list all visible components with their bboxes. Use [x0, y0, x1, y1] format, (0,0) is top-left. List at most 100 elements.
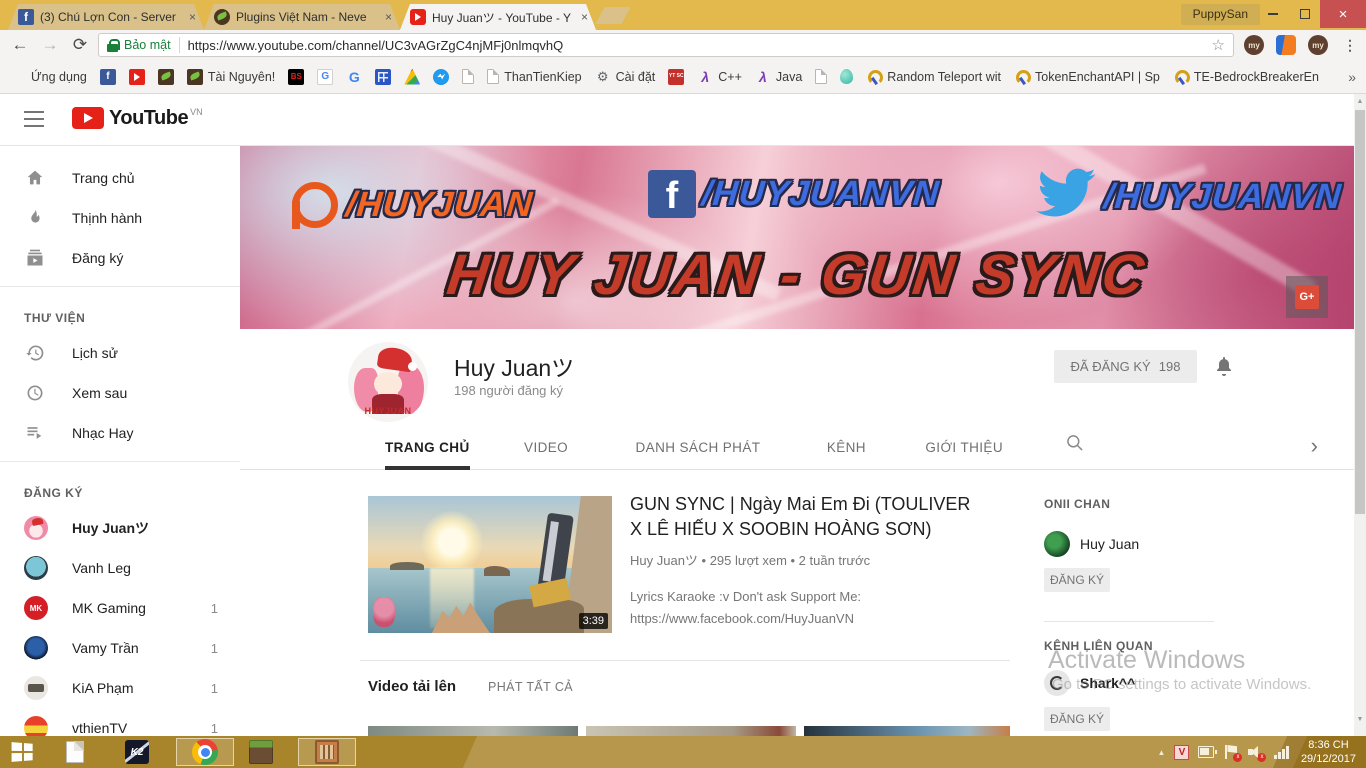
- browser-profile-name[interactable]: PuppySan: [1181, 4, 1260, 25]
- tab-close-icon[interactable]: ×: [385, 10, 392, 24]
- address-bar[interactable]: Bảo mật https://www.youtube.com/channel/…: [98, 33, 1234, 57]
- bookmark-star-icon[interactable]: ☆: [1212, 36, 1225, 54]
- channel-avatar: [1044, 670, 1070, 696]
- extension-icon-2[interactable]: [1276, 35, 1296, 55]
- sidebar-item-playlist[interactable]: Nhạc Hay: [0, 413, 240, 453]
- bookmark-random-teleport[interactable]: Random Teleport wit: [866, 69, 1001, 85]
- restore-button[interactable]: [1290, 0, 1320, 28]
- sidebar-subscription-huy-juan[interactable]: Huy Juanツ: [0, 508, 240, 548]
- channel-avatar[interactable]: HUYJUAN: [348, 342, 428, 422]
- tab-close-icon[interactable]: ×: [189, 10, 196, 24]
- channel-search-icon[interactable]: [1065, 433, 1085, 458]
- speaker-muted-icon[interactable]: x: [1248, 745, 1262, 759]
- menu-hamburger-icon[interactable]: [24, 111, 44, 127]
- sidebar-subscription-vthientv[interactable]: vthienTV 1: [0, 708, 240, 736]
- google-plus-share[interactable]: G+: [1286, 276, 1328, 318]
- forward-button[interactable]: →: [38, 33, 62, 57]
- sidebar-subscription-mk-gaming[interactable]: MK MK Gaming 1: [0, 588, 240, 628]
- tab-kenh[interactable]: KÊNH: [827, 425, 866, 470]
- bookmark-tai-nguyen[interactable]: Tài Nguyên!: [187, 69, 275, 85]
- tray-chevron-icon[interactable]: ▲: [1158, 748, 1166, 757]
- page-scrollbar[interactable]: ▲ ▼: [1354, 94, 1366, 736]
- lambda-icon: λ: [755, 69, 771, 85]
- bookmark-messenger[interactable]: [433, 69, 449, 85]
- network-signal-icon[interactable]: [1274, 746, 1289, 759]
- close-button[interactable]: ×: [1320, 0, 1366, 28]
- bookmark-google[interactable]: G: [346, 69, 362, 85]
- bookmark-apps[interactable]: Ứng dụng: [10, 69, 87, 85]
- scroll-up-icon[interactable]: ▲: [1354, 94, 1366, 108]
- extension-icon-1[interactable]: my: [1244, 35, 1264, 55]
- battery-icon[interactable]: [1198, 746, 1214, 758]
- action-center-flag-icon[interactable]: x: [1224, 745, 1238, 759]
- tab-video[interactable]: VIDEO: [524, 425, 568, 470]
- bookmark-tokenenchant[interactable]: TokenEnchantAPI | Sp: [1014, 69, 1160, 85]
- featured-channel-row[interactable]: Huy Juan: [1044, 531, 1224, 557]
- featured-video-title[interactable]: GUN SYNC | Ngày Mai Em Đi (TOULIVER X LÊ…: [630, 492, 975, 542]
- sidebar-subscription-vamy-tran[interactable]: Vamy Trần 1: [0, 628, 240, 668]
- upload-thumbnail[interactable]: [368, 726, 578, 736]
- browser-menu-icon[interactable]: ⋮: [1340, 35, 1360, 55]
- minimize-button[interactable]: [1258, 0, 1288, 28]
- bookmark-youtube[interactable]: [129, 69, 145, 85]
- sidebar-item-trending[interactable]: Thịnh hành: [0, 198, 240, 238]
- tab-trang-chu[interactable]: TRANG CHỦ: [385, 425, 470, 470]
- taskbar-chrome-active[interactable]: [176, 738, 234, 766]
- bookmark-bs[interactable]: BS: [288, 69, 304, 85]
- url-text[interactable]: https://www.youtube.com/channel/UC3vAGrZ…: [188, 38, 1206, 53]
- bookmark-facebook[interactable]: f: [100, 69, 116, 85]
- subscribed-button[interactable]: ĐÃ ĐĂNG KÝ 198: [1054, 350, 1197, 383]
- channel-bell-icon[interactable]: [1212, 354, 1236, 383]
- sidebar-item-home[interactable]: Trang chủ: [0, 158, 240, 198]
- browser-tab-1[interactable]: f (3) Chú Lợn Con - Server ×: [8, 4, 204, 30]
- related-channel-row[interactable]: Shark^^: [1044, 670, 1224, 696]
- taskbar-k2-game[interactable]: K2: [120, 738, 154, 766]
- start-button[interactable]: [6, 738, 40, 766]
- sidebar-subscription-vanh-leg[interactable]: Vanh Leg: [0, 548, 240, 588]
- tab-close-icon[interactable]: ×: [581, 10, 588, 24]
- scrollbar-thumb[interactable]: [1355, 110, 1365, 514]
- bookmark-cpp[interactable]: λ C++: [697, 69, 742, 85]
- clock-time: 8:36 CH: [1301, 738, 1356, 752]
- tab-gioi-thieu[interactable]: GIỚI THIỆU: [925, 425, 1003, 470]
- tray-v-icon[interactable]: V: [1174, 745, 1189, 760]
- scroll-down-icon[interactable]: ▼: [1354, 712, 1366, 726]
- bookmark-thantienkiep[interactable]: ThanTienKiep: [487, 69, 581, 84]
- bookmark-page1[interactable]: [462, 69, 474, 84]
- browser-tab-3-active[interactable]: Huy Juanツ - YouTube - Y ×: [400, 4, 596, 30]
- upload-thumbnail[interactable]: [804, 726, 1010, 736]
- bookmark-settings[interactable]: ⚙ Cài đặt: [595, 69, 656, 85]
- bookmark-analytics[interactable]: [404, 69, 420, 85]
- reload-button[interactable]: ⟳: [68, 33, 92, 57]
- bookmark-spigot[interactable]: [840, 69, 853, 84]
- taskbar-minecraft[interactable]: [244, 738, 278, 766]
- bookmarks-overflow-icon[interactable]: »: [1348, 69, 1356, 85]
- sidebar-item-subscriptions[interactable]: Đăng ký: [0, 238, 240, 278]
- new-tab-button[interactable]: [595, 7, 630, 24]
- bookmark-ytsc[interactable]: YT SC: [668, 69, 684, 85]
- back-button[interactable]: ←: [8, 33, 32, 57]
- tab-danh-sach-phat[interactable]: DANH SÁCH PHÁT: [636, 425, 761, 470]
- play-all-button[interactable]: PHÁT TẤT CẢ: [488, 680, 573, 694]
- upload-thumbnail[interactable]: [586, 726, 796, 736]
- security-label[interactable]: Bảo mật: [124, 38, 171, 52]
- bookmark-translate[interactable]: G: [317, 69, 333, 85]
- bookmark-leaf[interactable]: [158, 69, 174, 85]
- tabs-chevron-right-icon[interactable]: ›: [1311, 433, 1318, 459]
- taskbar-command-block-active[interactable]: [298, 738, 356, 766]
- bookmark-java[interactable]: λ Java: [755, 69, 802, 85]
- taskbar-clock[interactable]: 8:36 CH 29/12/2017: [1301, 738, 1356, 766]
- subscribe-button[interactable]: ĐĂNG KÝ: [1044, 707, 1110, 731]
- taskbar-notepad[interactable]: [58, 738, 92, 766]
- sidebar-item-watch-later[interactable]: Xem sau: [0, 373, 240, 413]
- youtube-logo[interactable]: YouTube VN: [72, 107, 203, 129]
- sidebar-subscription-kia-pham[interactable]: KiA Phạm 1: [0, 668, 240, 708]
- subscribe-button[interactable]: ĐĂNG KÝ: [1044, 568, 1110, 592]
- browser-tab-2[interactable]: Plugins Việt Nam - Neve ×: [204, 4, 400, 30]
- featured-video-thumbnail[interactable]: 3:39: [368, 496, 612, 633]
- sidebar-item-history[interactable]: Lịch sử: [0, 333, 240, 373]
- bookmark-page2[interactable]: [815, 69, 827, 84]
- bookmark-sheets[interactable]: [375, 69, 391, 85]
- extension-icon-3[interactable]: my: [1308, 35, 1328, 55]
- bookmark-bedrockbreaker[interactable]: TE-BedrockBreakerEn: [1173, 69, 1319, 85]
